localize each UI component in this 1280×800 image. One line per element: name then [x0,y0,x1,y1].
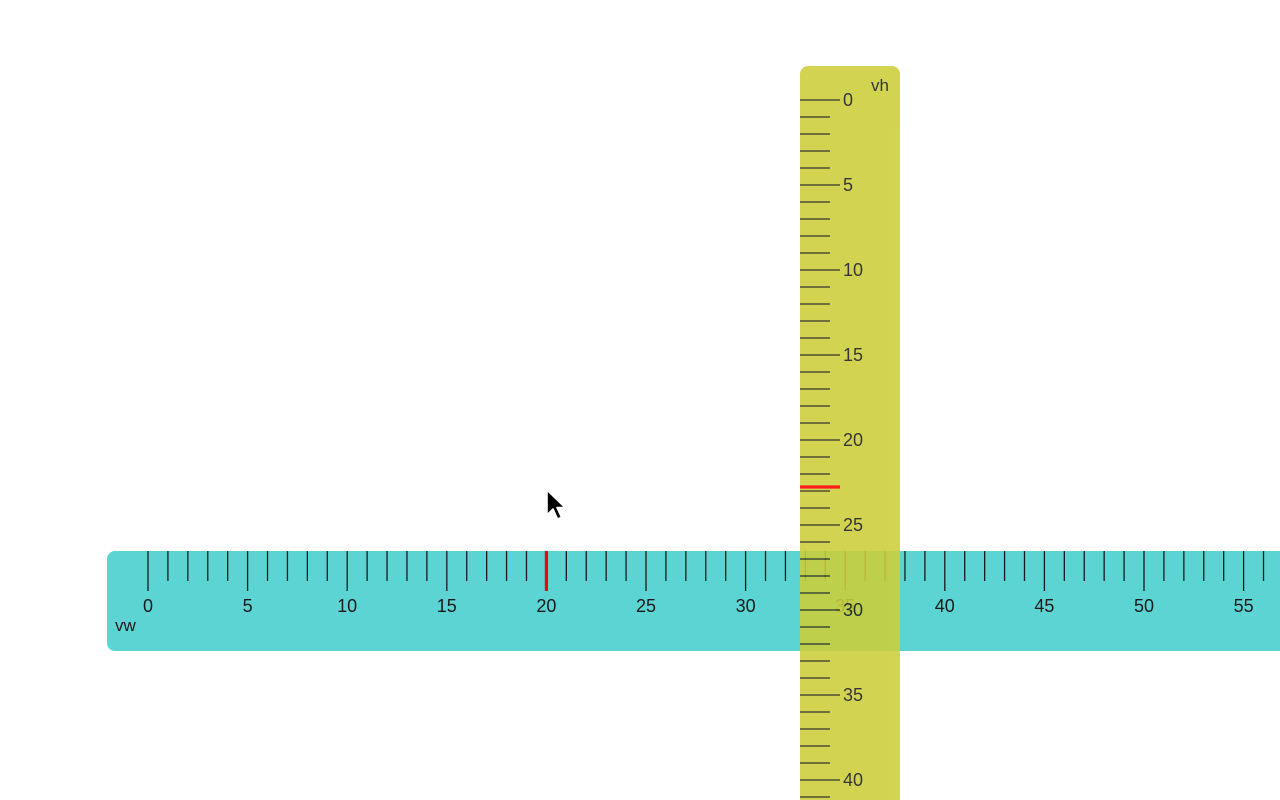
ruler-canvas: 0510152025303540455055 vw 05101520253035… [0,0,1280,800]
horizontal-ruler[interactable]: 0510152025303540455055 vw [107,551,1280,651]
tick-label: 20 [536,596,556,616]
tick-label: 0 [143,596,153,616]
vertical-unit-label: vh [871,76,889,95]
tick-label: 20 [843,430,863,450]
horizontal-unit-label: vw [115,616,136,635]
tick-label: 15 [843,345,863,365]
tick-label: 45 [1034,596,1054,616]
tick-label: 40 [843,770,863,790]
tick-label: 10 [337,596,357,616]
mouse-cursor-icon [546,489,566,520]
tick-label: 50 [1134,596,1154,616]
vertical-ruler[interactable]: 0 5 10 15 20 25 30 35 40 vh [800,66,900,800]
tick-label: 15 [437,596,457,616]
tick-label: 30 [843,600,863,620]
tick-label: 35 [843,685,863,705]
tick-label: 30 [736,596,756,616]
tick-label: 25 [843,515,863,535]
tick-label: 10 [843,260,863,280]
horizontal-ruler-scale: 0510152025303540455055 [143,551,1265,616]
vertical-ruler-scale: 0 5 10 15 20 25 30 35 40 [800,90,863,798]
tick-label: 40 [935,596,955,616]
tick-label: 0 [843,90,853,110]
tick-label: 5 [843,175,853,195]
tick-label: 25 [636,596,656,616]
tick-label: 55 [1234,596,1254,616]
tick-label: 5 [243,596,253,616]
